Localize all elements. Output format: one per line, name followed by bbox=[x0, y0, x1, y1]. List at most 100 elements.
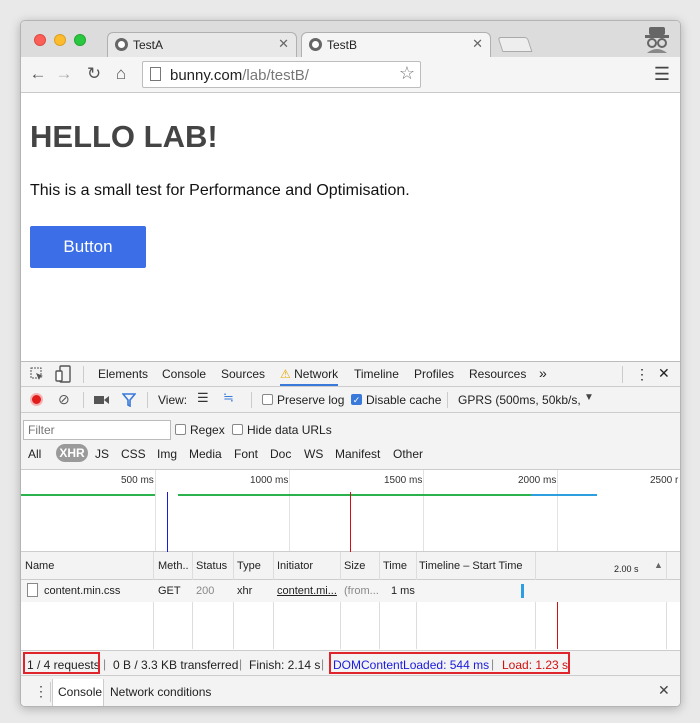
highlight-box-requests bbox=[23, 652, 100, 674]
home-icon[interactable]: ⌂ bbox=[110, 63, 132, 85]
browser-tab-testb[interactable]: TestB ✕ bbox=[301, 32, 491, 57]
dom-content-loaded-marker bbox=[167, 492, 168, 552]
disable-cache-checkbox[interactable]: ✓ bbox=[351, 394, 362, 405]
tab-elements[interactable]: Elements bbox=[98, 367, 148, 381]
tab-network[interactable]: ⚠ Network bbox=[280, 367, 339, 386]
drawer-menu-icon[interactable]: ⋮ bbox=[34, 683, 48, 700]
network-overview[interactable]: 500 ms 1000 ms 1500 ms 2000 ms 2500 r bbox=[21, 470, 680, 552]
drawer-tab-network-conditions[interactable]: Network conditions bbox=[110, 685, 211, 699]
browser-tab-testa[interactable]: TestA ✕ bbox=[107, 32, 297, 57]
reload-icon[interactable]: ↻ bbox=[83, 63, 105, 85]
page-paragraph: This is a small test for Performance and… bbox=[30, 182, 410, 199]
overview-bar-green bbox=[21, 494, 155, 496]
col-type[interactable]: Type bbox=[237, 560, 261, 572]
view-label: View: bbox=[158, 393, 188, 407]
overview-tick: 500 ms bbox=[121, 475, 154, 486]
type-filter-img[interactable]: Img bbox=[157, 447, 177, 461]
device-mode-icon[interactable] bbox=[55, 365, 71, 383]
type-filter-doc[interactable]: Doc bbox=[270, 447, 291, 461]
col-method[interactable]: Meth.. bbox=[158, 560, 189, 572]
throttling-select[interactable]: GPRS (500ms, 50kb/s, bbox=[458, 393, 581, 407]
row-name: content.min.css bbox=[44, 585, 121, 597]
col-time[interactable]: Time bbox=[383, 560, 407, 572]
type-filter-all[interactable]: All bbox=[28, 447, 41, 461]
address-bar[interactable]: bunny.com/lab/testB/ ☆ bbox=[142, 61, 421, 88]
overview-tick: 2000 ms bbox=[518, 475, 557, 486]
table-row[interactable]: content.min.css GET 200 xhr content.mi..… bbox=[21, 580, 680, 602]
page-icon bbox=[150, 67, 161, 81]
regex-checkbox[interactable] bbox=[175, 424, 186, 435]
disable-cache-label: Disable cache bbox=[366, 393, 442, 407]
devtools-drawer: ⋮ Console Network conditions ✕ bbox=[21, 676, 680, 706]
devtools-panel-tabs: Elements Console Sources ⚠ Network Timel… bbox=[21, 362, 680, 387]
filter-bar: Regex Hide data URLs All XHR JS CSS Img … bbox=[21, 413, 680, 470]
url-path: /lab/testB/ bbox=[242, 67, 309, 84]
type-filter-manifest[interactable]: Manifest bbox=[335, 447, 380, 461]
overview-tick: 1500 ms bbox=[384, 475, 423, 486]
network-table-header: Name Meth.. Status Type Initiator Size T… bbox=[21, 552, 680, 580]
tab-strip: TestA ✕ TestB ✕ bbox=[21, 21, 680, 57]
hide-data-urls-checkbox[interactable] bbox=[232, 424, 243, 435]
devtools-close-icon[interactable]: ✕ bbox=[658, 365, 670, 382]
favicon-icon bbox=[309, 38, 322, 51]
url-host: bunny.com bbox=[170, 67, 243, 84]
large-rows-icon[interactable]: ☰ bbox=[197, 390, 209, 406]
preserve-log-checkbox[interactable] bbox=[262, 394, 273, 405]
capture-screenshots-icon[interactable] bbox=[94, 395, 109, 405]
record-icon[interactable] bbox=[30, 393, 43, 406]
type-filter-other[interactable]: Other bbox=[393, 447, 423, 461]
tab-timeline[interactable]: Timeline bbox=[354, 367, 399, 381]
window-zoom-button[interactable] bbox=[74, 34, 86, 46]
col-status[interactable]: Status bbox=[196, 560, 227, 572]
type-filter-xhr[interactable]: XHR bbox=[56, 444, 88, 462]
chevron-down-icon[interactable]: ▼ bbox=[584, 392, 594, 403]
row-initiator-link[interactable]: content.mi... bbox=[277, 585, 337, 597]
tab-resources[interactable]: Resources bbox=[469, 367, 526, 381]
row-type: xhr bbox=[237, 585, 253, 597]
filter-input[interactable] bbox=[23, 420, 171, 440]
page-button[interactable]: Button bbox=[30, 226, 146, 268]
sort-up-icon[interactable]: ▲ bbox=[654, 560, 663, 570]
drawer-close-icon[interactable]: ✕ bbox=[658, 682, 670, 699]
tab-profiles[interactable]: Profiles bbox=[414, 367, 454, 381]
tab-console[interactable]: Console bbox=[162, 367, 206, 381]
load-line bbox=[557, 596, 558, 649]
overview-bar-blue bbox=[531, 494, 597, 496]
type-filter-js[interactable]: JS bbox=[95, 447, 109, 461]
new-tab-button[interactable] bbox=[497, 37, 533, 52]
col-name[interactable]: Name bbox=[25, 560, 54, 572]
devtools-menu-icon[interactable]: ⋮ bbox=[635, 366, 649, 383]
tab-close-icon[interactable]: ✕ bbox=[472, 36, 483, 52]
row-timeline-bar bbox=[521, 584, 524, 598]
forward-arrow-icon[interactable]: → bbox=[53, 63, 75, 85]
clear-icon[interactable]: ⊘ bbox=[58, 391, 70, 408]
browser-toolbar: ← → ↻ ⌂ bunny.com/lab/testB/ ☆ ☰ bbox=[21, 57, 680, 93]
hide-data-urls-label: Hide data URLs bbox=[247, 423, 332, 437]
load-marker bbox=[350, 492, 351, 552]
type-filter-ws[interactable]: WS bbox=[304, 447, 323, 461]
highlight-box-timings bbox=[329, 652, 570, 674]
page-heading: HELLO LAB! bbox=[30, 119, 218, 154]
overview-bar-green bbox=[178, 494, 372, 496]
col-initiator[interactable]: Initiator bbox=[277, 560, 313, 572]
drawer-tab-console[interactable]: Console bbox=[52, 679, 104, 706]
type-filter-css[interactable]: CSS bbox=[121, 447, 146, 461]
inspect-element-icon[interactable] bbox=[30, 367, 44, 381]
back-arrow-icon[interactable]: ← bbox=[27, 63, 49, 85]
overview-icon[interactable]: ≒ bbox=[223, 390, 234, 406]
type-filter-media[interactable]: Media bbox=[189, 447, 222, 461]
tab-sources[interactable]: Sources bbox=[221, 367, 265, 381]
row-method: GET bbox=[158, 585, 181, 597]
filter-icon[interactable] bbox=[122, 393, 136, 407]
tab-title: TestA bbox=[133, 38, 164, 52]
tab-close-icon[interactable]: ✕ bbox=[278, 36, 289, 52]
window-minimize-button[interactable] bbox=[54, 34, 66, 46]
bookmark-star-icon[interactable]: ☆ bbox=[399, 63, 415, 84]
window-close-button[interactable] bbox=[34, 34, 46, 46]
more-panels-icon[interactable]: » bbox=[539, 365, 547, 381]
col-size[interactable]: Size bbox=[344, 560, 365, 572]
type-filter-font[interactable]: Font bbox=[234, 447, 258, 461]
browser-menu-icon[interactable]: ☰ bbox=[654, 64, 670, 85]
col-timeline[interactable]: Timeline – Start Time bbox=[419, 560, 523, 572]
page-viewport: HELLO LAB! This is a small test for Perf… bbox=[21, 93, 680, 373]
